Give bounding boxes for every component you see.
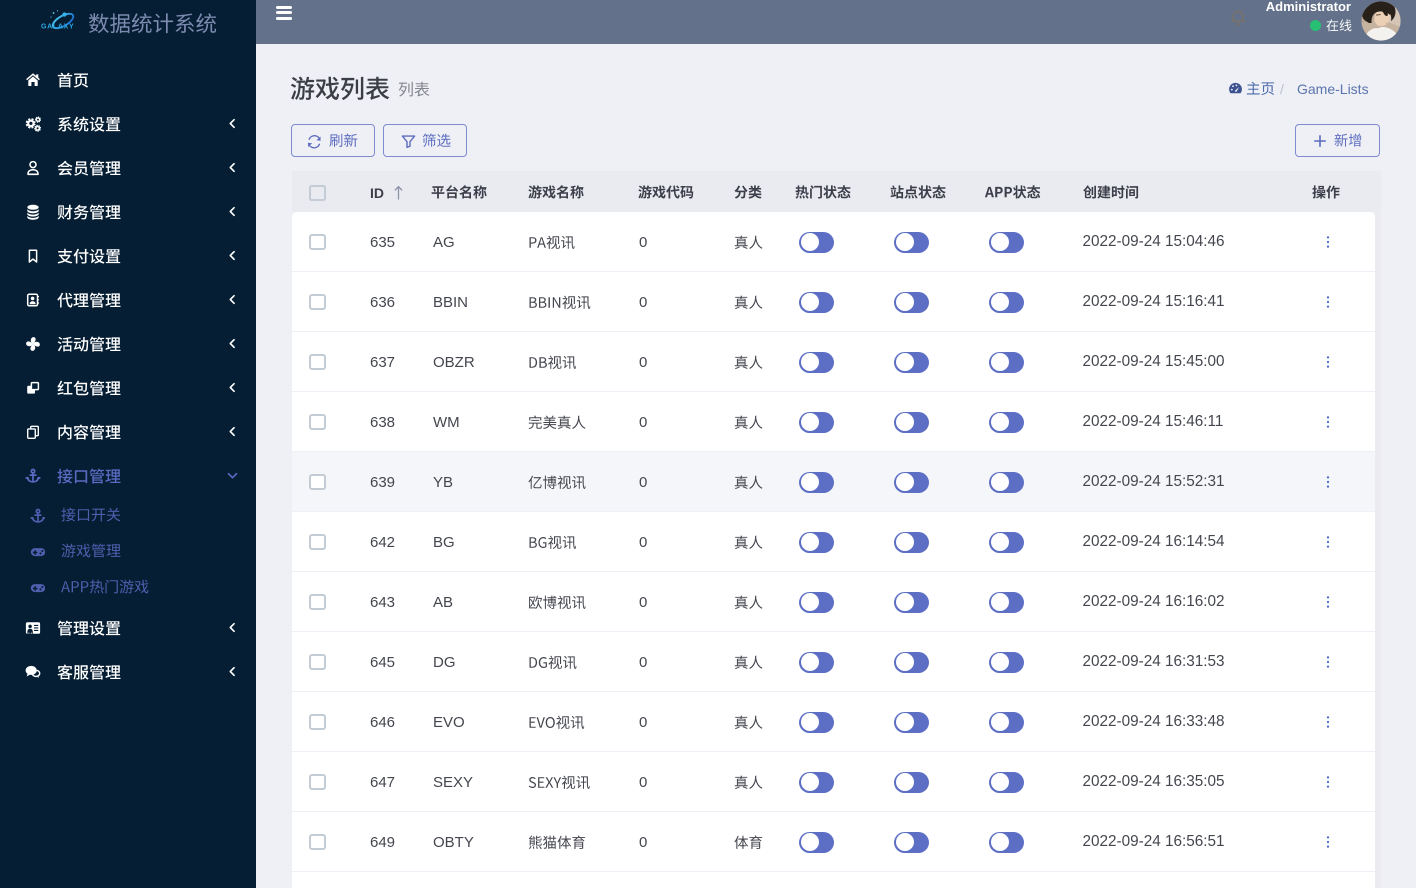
svg-text:GALAXY: GALAXY: [41, 24, 74, 31]
